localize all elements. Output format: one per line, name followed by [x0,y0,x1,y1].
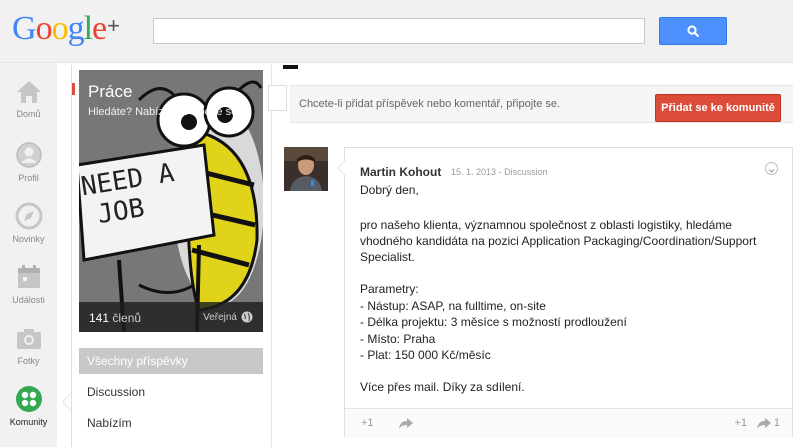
visibility-label: Veřejná [203,311,237,323]
join-community-button[interactable]: Přidat se ke komunitě [655,94,781,122]
nav-item-communities[interactable]: Komunity [0,385,57,427]
plus-one-button[interactable]: +1 [361,417,374,429]
profile-icon [15,142,42,168]
nav-item-home[interactable]: Domů [0,79,57,119]
dropdown-tab[interactable] [268,85,287,111]
post-body-line: Dobrý den, [360,183,419,197]
post-card: Martin Kohout 15. 1. 2013 - Discussion D… [337,147,793,438]
nav-selection-pointer [62,393,71,411]
post-body-line: Specialist. [360,250,415,264]
compass-icon [15,202,42,230]
post-body-line: Více přes mail. Díky za sdílení. [360,380,525,394]
share-icon [756,418,771,429]
nav-item-news[interactable]: Novinky [0,202,57,244]
members-count[interactable]: 141 členů [89,311,141,325]
post-date[interactable]: 15. 1. 2013 [451,167,496,177]
nav-label: Komunity [9,417,48,427]
search-icon [686,24,699,37]
google-plus-logo[interactable]: Google+ [12,9,120,52]
share-count[interactable]: 1 [756,416,780,430]
logo-letter: e [92,10,107,47]
post-body-line: Parametry: [360,282,419,296]
nav-label: Domů [16,109,41,119]
search-input[interactable] [153,18,645,44]
share-count-value: 1 [773,417,780,429]
search-button[interactable] [659,17,727,45]
post-body-line: vhodného kandidáta na pozici Application… [360,234,757,248]
logo-plus: + [107,13,120,38]
post-body-line: - Nástup: ASAP, na fulltime, on-site [360,299,546,313]
logo-letter: l [83,10,94,47]
post-menu-button[interactable] [765,162,778,175]
post-body-line: - Délka projektu: 3 měsíce s možností pr… [360,315,627,329]
join-bar: Chcete-li přidat příspěvek nebo komentář… [290,85,793,123]
visibility-badge: Veřejná [203,311,253,323]
top-bar: Google+ [0,0,793,63]
logo-letter: G [12,10,37,47]
notification-marker [72,83,75,95]
community-cover-image[interactable]: NEED A JOB Práce Hledáte? Nabízíte? Přip… [79,70,263,332]
nav-item-profile[interactable]: Profil [0,141,57,183]
header-tab-marker [283,65,298,69]
post-body-line: - Místo: Praha [360,332,436,346]
author-photo [284,147,328,191]
community-tagline: Hledáte? Nabízíte? Připojte se! [88,106,241,118]
post-pointer [337,160,345,176]
category-all-posts[interactable]: Všechny příspěvky [79,348,263,374]
home-icon [16,81,41,103]
post-body-line: pro našeho klienta, významnou společnost… [360,218,732,232]
post-author[interactable]: Martin Kohout [360,165,441,179]
category-discussion[interactable]: Discussion [87,385,145,399]
share-icon[interactable] [398,416,414,430]
communities-icon [15,386,42,412]
members-number: 141 [89,311,110,325]
logo-letter: g [67,10,85,47]
community-title: Práce [88,82,133,101]
nav-label: Události [12,295,45,305]
nav-label: Profil [18,173,39,183]
nav-item-photos[interactable]: Fotky [0,326,57,366]
left-navigation: Domů Profil Novinky Události Fotky Komun… [0,63,57,447]
post-actions: +1 +1 1 [345,408,792,438]
logo-letter: o [35,10,53,47]
members-label: členů [112,311,142,325]
post-body-line: - Plat: 150 000 Kč/měsíc [360,348,491,362]
post-meta: 15. 1. 2013 - Discussion [451,167,548,177]
community-cover-footer: 141 členů Veřejná [79,302,263,332]
category-offering[interactable]: Nabízím [87,416,132,430]
post-category[interactable]: Discussion [504,167,548,177]
globe-icon [241,311,253,323]
nav-label: Fotky [17,356,40,366]
nav-label: Novinky [12,234,45,244]
meta-separator: - [498,167,502,177]
avatar[interactable] [284,147,328,191]
camera-icon [16,329,41,349]
chevron-down-icon [768,169,775,173]
calendar-icon [17,265,40,288]
community-card: NEED A JOB Práce Hledáte? Nabízíte? Přip… [71,65,272,447]
plus-one-count[interactable]: +1 [734,417,747,429]
logo-letter: o [51,10,69,47]
nav-item-events[interactable]: Události [0,263,57,305]
join-prompt: Chcete-li přidat příspěvek nebo komentář… [299,98,561,110]
